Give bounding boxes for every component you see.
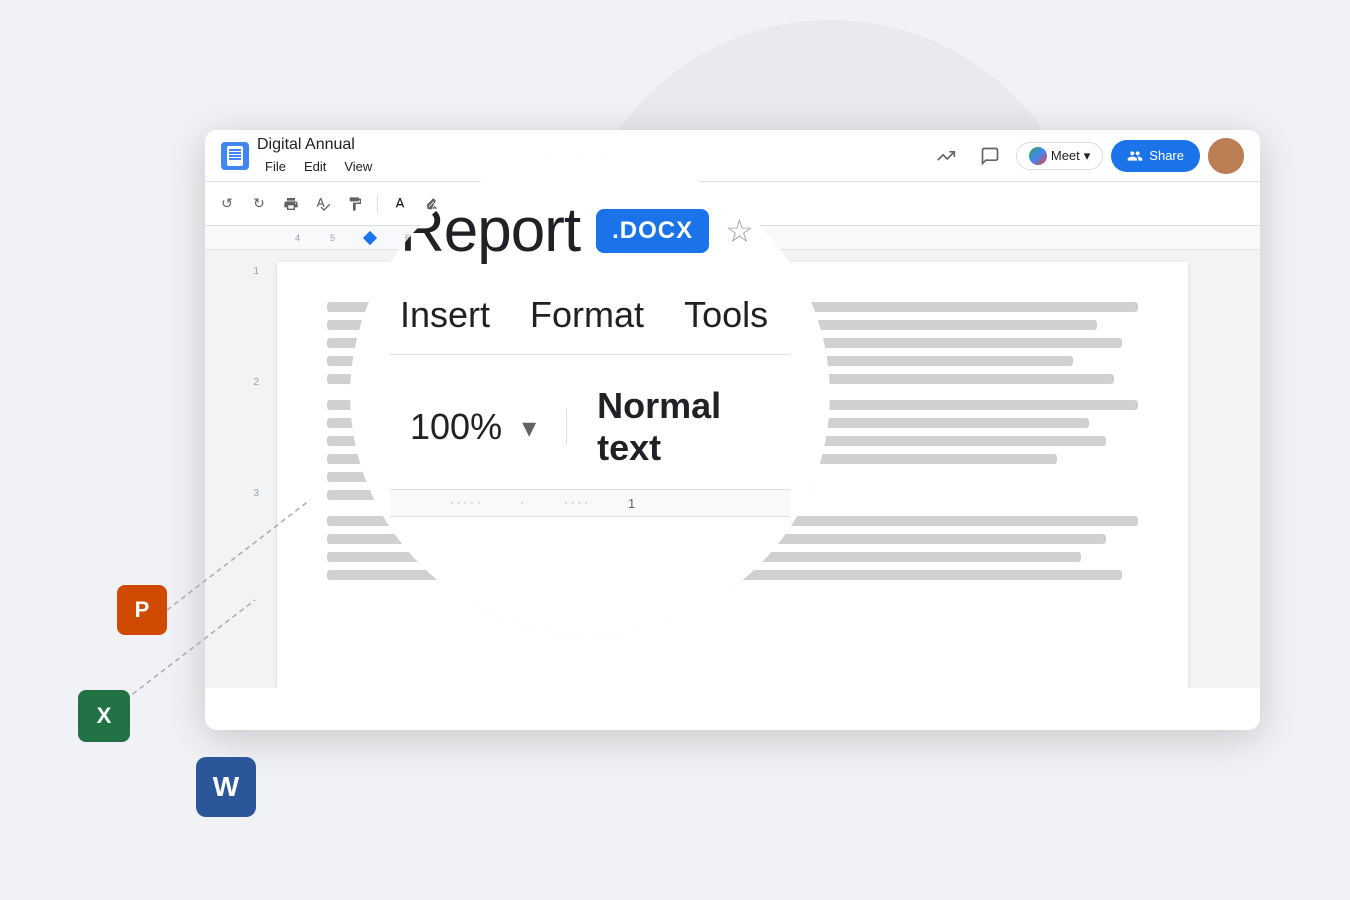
powerpoint-icon: P	[117, 585, 167, 635]
menu-view[interactable]: View	[336, 157, 380, 176]
magnify-ruler: · · · · · · · · · · 1	[390, 489, 790, 517]
undo-button[interactable]: ↺	[213, 190, 241, 218]
normal-text-label[interactable]: Normal text	[597, 385, 790, 469]
meet-dot	[1029, 147, 1047, 165]
user-avatar[interactable]	[1208, 138, 1244, 174]
comment-icon-btn[interactable]	[972, 138, 1008, 174]
title-bar: Digital Annual File Edit View Meet ▾ Sha…	[205, 130, 1260, 182]
print-button[interactable]	[277, 190, 305, 218]
magnify-menu-row: Insert Format Tools	[390, 294, 790, 355]
page-right-margin	[1200, 250, 1260, 688]
title-right: Meet ▾ Share	[928, 138, 1244, 174]
magnify-menu-insert[interactable]: Insert	[400, 294, 490, 336]
zoom-dropdown-arrow[interactable]: ▾	[522, 411, 536, 444]
magnify-zoom-row: 100% ▾ Normal text	[390, 385, 790, 469]
magnify-overlay: Report .DOCX ☆ Insert Format Tools 100% …	[350, 155, 830, 635]
toolbar-separator-1	[377, 194, 378, 214]
share-label: Share	[1149, 148, 1184, 163]
docx-badge[interactable]: .DOCX	[596, 209, 709, 253]
ruler-number: 1	[628, 496, 635, 511]
text-color-button[interactable]	[386, 190, 414, 218]
menu-file[interactable]: File	[257, 157, 294, 176]
meet-label: Meet	[1051, 148, 1080, 163]
trending-icon-btn[interactable]	[928, 138, 964, 174]
meet-chevron: ▾	[1084, 148, 1091, 164]
share-button[interactable]: Share	[1111, 140, 1200, 172]
doc-title: Digital Annual	[257, 135, 920, 154]
star-icon[interactable]: ☆	[725, 212, 754, 250]
zoom-separator	[566, 409, 567, 445]
zoom-level[interactable]: 100%	[410, 406, 502, 448]
magnify-content: Report .DOCX ☆ Insert Format Tools 100% …	[350, 155, 830, 635]
spellcheck-button[interactable]	[309, 190, 337, 218]
excel-icon: X	[78, 690, 130, 742]
docs-app-icon	[221, 142, 249, 170]
word-icon: W	[196, 757, 256, 817]
meet-button[interactable]: Meet ▾	[1016, 142, 1103, 170]
page-margin-indicator: 1 2 3	[205, 250, 265, 688]
redo-button[interactable]: ↻	[245, 190, 273, 218]
magnify-menu-format[interactable]: Format	[530, 294, 644, 336]
menu-edit[interactable]: Edit	[296, 157, 334, 176]
magnify-menu-tools[interactable]: Tools	[684, 294, 768, 336]
format-paint-button[interactable]	[341, 190, 369, 218]
